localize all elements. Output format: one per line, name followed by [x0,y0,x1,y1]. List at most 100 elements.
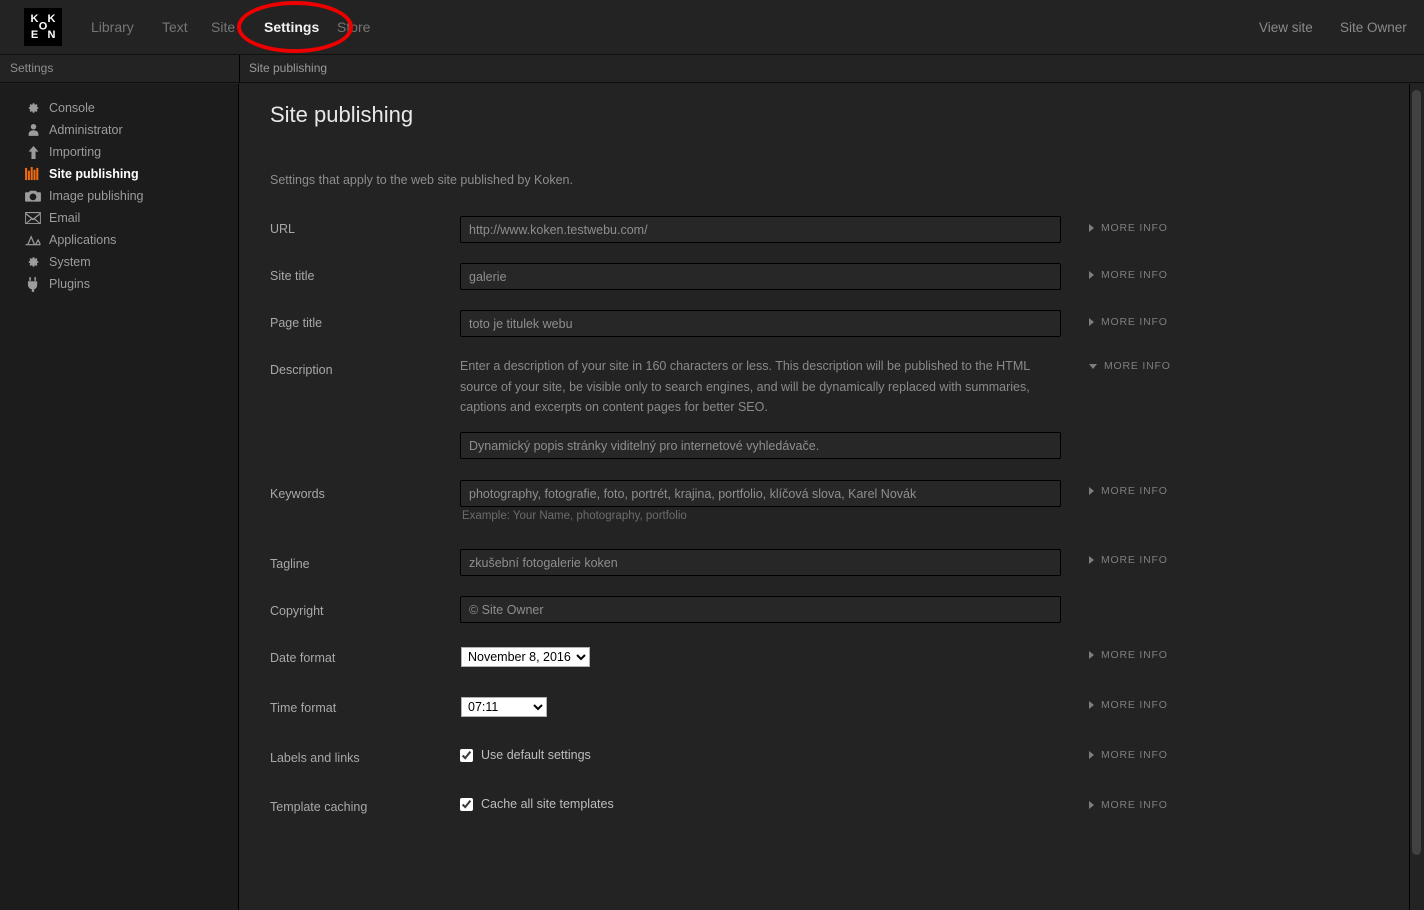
template-caching-label: Template caching [270,800,368,814]
sidebar-item-email[interactable]: Email [0,207,238,229]
vertical-scrollbar-thumb[interactable] [1412,90,1421,855]
labels-and-links-checkbox-wrap[interactable]: Use default settings [460,748,591,762]
sub-header-site-publishing-label: Site publishing [249,61,328,75]
more-info-description[interactable]: MORE INFO [1089,360,1171,372]
sidebar-item-image-publishing[interactable]: Image publishing [0,185,238,207]
more-info-tagline[interactable]: MORE INFO [1089,554,1168,566]
description-help-text: Enter a description of your site in 160 … [460,359,1030,414]
more-info-site-title[interactable]: MORE INFO [1089,269,1168,281]
site-title-label: Site title [270,269,315,283]
tagline-input[interactable] [460,549,1061,576]
site-title-input[interactable] [460,263,1061,290]
page-subtitle: Settings that apply to the web site publ… [270,173,573,187]
page-title: Site publishing [270,102,414,127]
time-format-select[interactable]: 07:11 [461,697,547,717]
sidebar-item-importing[interactable]: Importing [0,141,238,163]
nav-item-text[interactable]: Text [162,19,188,35]
nav-item-settings[interactable]: Settings [264,19,319,35]
logo-letter-o: O [38,20,48,33]
chevron-right-icon [1089,651,1094,659]
cache-all-site-templates-checkbox[interactable] [460,797,473,811]
more-info-label: MORE INFO [1101,649,1168,661]
chevron-down-icon [1089,363,1097,369]
more-info-date-format[interactable]: MORE INFO [1089,649,1168,661]
more-info-time-format[interactable]: MORE INFO [1089,699,1168,711]
more-info-label: MORE INFO [1101,554,1168,566]
sidebar-item-label: Site publishing [49,167,139,181]
more-info-keywords[interactable]: MORE INFO [1089,485,1168,497]
more-info-label: MORE INFO [1101,699,1168,711]
template-caching-checkbox-wrap[interactable]: Cache all site templates [460,797,614,811]
chart-icon [24,232,42,248]
nav-item-library[interactable]: Library [91,19,134,35]
more-info-label: MORE INFO [1101,485,1168,497]
chevron-right-icon [1089,224,1094,232]
more-info-label: MORE INFO [1101,799,1168,811]
page-title-input[interactable] [460,310,1061,337]
chevron-right-icon [1089,751,1094,759]
sidebar-item-console[interactable]: Console [0,97,238,119]
settings-sidebar: Console Administrator Importing Site pub… [0,84,239,910]
gear-icon [24,254,42,270]
nav-item-store[interactable]: Store [337,19,370,35]
chevron-right-icon [1089,701,1094,709]
plug-icon [24,276,42,292]
url-input[interactable] [460,216,1061,243]
top-navigation-bar: K K E N O Library Text Site Settings Sto… [0,0,1424,55]
sidebar-item-system[interactable]: System [0,251,238,273]
date-format-label: Date format [270,651,336,665]
more-info-label: MORE INFO [1101,269,1168,281]
page-title-label: Page title [270,316,323,330]
sidebar-item-applications[interactable]: Applications [0,229,238,251]
sidebar-item-site-publishing[interactable]: Site publishing [0,163,238,185]
sidebar-item-label: Administrator [49,123,123,137]
site-owner-menu[interactable]: Site Owner [1340,20,1407,35]
more-info-labels-and-links[interactable]: MORE INFO [1089,749,1168,761]
copyright-input[interactable] [460,596,1061,623]
more-info-label: MORE INFO [1101,749,1168,761]
sidebar-item-administrator[interactable]: Administrator [0,119,238,141]
date-format-select[interactable]: November 8, 2016 [461,647,590,667]
more-info-page-title[interactable]: MORE INFO [1089,316,1168,328]
use-default-settings-checkbox[interactable] [460,748,473,762]
chevron-right-icon [1089,801,1094,809]
sidebar-item-label: Importing [49,145,102,159]
more-info-label: MORE INFO [1101,316,1168,328]
koken-logo[interactable]: K K E N O [24,8,62,46]
keywords-hint: Example: Your Name, photography, portfol… [462,510,687,522]
sidebar-item-label: Plugins [49,277,90,291]
copyright-label: Copyright [270,604,324,618]
sidebar-item-label: Applications [49,233,117,247]
tagline-label: Tagline [270,557,310,571]
cache-all-site-templates-label: Cache all site templates [481,797,614,811]
labels-and-links-label: Labels and links [270,751,360,765]
more-info-url[interactable]: MORE INFO [1089,222,1168,234]
keywords-input[interactable] [460,480,1061,507]
arrow-up-icon [24,144,42,160]
nav-item-site[interactable]: Site [211,19,235,35]
bars-icon [24,166,42,182]
description-input[interactable] [460,432,1061,459]
chevron-right-icon [1089,318,1094,326]
more-info-label: MORE INFO [1101,222,1168,234]
person-icon [24,122,42,138]
url-label: URL [270,222,296,236]
sidebar-item-label: Console [49,101,95,115]
sub-header-bar: Settings Site publishing [0,55,1424,83]
gear-icon [24,100,42,116]
more-info-template-caching[interactable]: MORE INFO [1089,799,1168,811]
sidebar-item-plugins[interactable]: Plugins [0,273,238,295]
chevron-right-icon [1089,487,1094,495]
camera-icon [24,188,42,204]
sub-header-settings-label: Settings [10,61,54,75]
sidebar-item-label: Image publishing [49,189,144,203]
sidebar-item-label: Email [49,211,81,225]
description-label: Description [270,363,333,377]
chevron-right-icon [1089,556,1094,564]
more-info-label: MORE INFO [1104,360,1171,372]
main-content-panel: Site publishing Settings that apply to t… [240,84,1408,910]
sidebar-item-label: System [49,255,91,269]
time-format-label: Time format [270,701,337,715]
view-site-link[interactable]: View site [1259,20,1313,35]
sub-header-divider [239,55,240,83]
